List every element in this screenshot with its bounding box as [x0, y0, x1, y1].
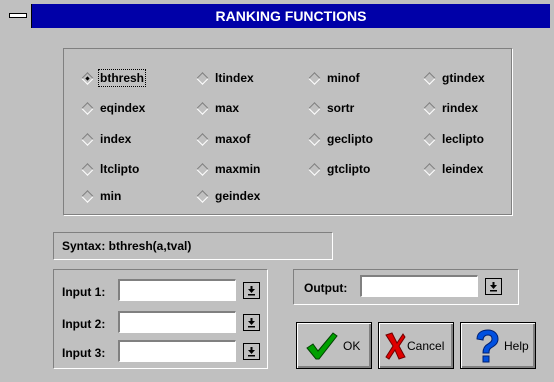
radio-diamond-icon	[81, 189, 94, 203]
radio-label: max	[215, 101, 240, 115]
radio-sortr[interactable]: sortr	[307, 99, 354, 117]
radio-diamond-icon	[81, 162, 94, 176]
ok-button[interactable]: OK	[296, 322, 372, 369]
radio-diamond-icon	[81, 132, 94, 146]
down-arrow-bar-icon	[490, 281, 497, 291]
radio-diamond-icon	[423, 132, 436, 146]
radio-label: sortr	[327, 101, 355, 115]
radio-label: maxof	[215, 132, 251, 146]
radio-label: bthresh	[97, 69, 147, 87]
window-title: RANKING FUNCTIONS	[215, 8, 367, 24]
check-icon	[306, 331, 338, 359]
syntax-text: Syntax: bthresh(a,tval)	[62, 239, 192, 253]
radio-diamond-icon	[423, 162, 436, 176]
down-arrow-bar-icon	[248, 346, 255, 356]
system-menu-button[interactable]	[4, 4, 32, 28]
radio-diamond-icon	[308, 101, 321, 115]
input-2-dropdown-button[interactable]	[243, 314, 260, 331]
radio-diamond-icon	[308, 132, 321, 146]
radio-label: leindex	[442, 162, 484, 176]
radio-diamond-icon	[423, 71, 436, 85]
radio-label: ltindex	[215, 71, 254, 85]
radio-geindex[interactable]: geindex	[195, 187, 260, 205]
ranking-functions-dialog: RANKING FUNCTIONS bthresh ltindex minof gti…	[0, 0, 554, 382]
help-label: Help	[504, 338, 529, 353]
x-icon	[385, 331, 406, 360]
radio-diamond-icon	[423, 101, 436, 115]
ok-label: OK	[343, 338, 361, 353]
radio-ltindex[interactable]: ltindex	[195, 69, 254, 87]
input-3-label: Input 3:	[62, 346, 106, 360]
radio-bthresh[interactable]: bthresh	[80, 69, 147, 87]
radio-label: maxmin	[215, 162, 261, 176]
radio-diamond-icon	[81, 71, 94, 85]
radio-label: minof	[327, 71, 360, 85]
input-2-field[interactable]	[118, 311, 236, 333]
radio-geclipto[interactable]: geclipto	[307, 130, 373, 148]
radio-label: eqindex	[100, 101, 146, 115]
radio-index[interactable]: index	[80, 130, 131, 148]
radio-label: geclipto	[327, 132, 374, 146]
radio-max[interactable]: max	[195, 99, 239, 117]
input-1-label: Input 1:	[62, 285, 106, 299]
output-label: Output:	[304, 281, 348, 295]
input-3-dropdown-button[interactable]	[243, 343, 260, 360]
radio-label: index	[100, 132, 132, 146]
radio-label: leclipto	[442, 132, 485, 146]
radio-label: gtindex	[442, 71, 485, 85]
radio-leclipto[interactable]: leclipto	[422, 130, 484, 148]
radio-diamond-icon	[196, 162, 209, 176]
radio-rindex[interactable]: rindex	[422, 99, 478, 117]
radio-diamond-icon	[196, 71, 209, 85]
minus-bar-icon	[9, 13, 27, 18]
title-bar: RANKING FUNCTIONS	[4, 4, 550, 28]
radio-label: min	[100, 189, 122, 203]
radio-diamond-icon	[196, 132, 209, 146]
radio-min[interactable]: min	[80, 187, 121, 205]
down-arrow-bar-icon	[248, 317, 255, 327]
input-1-dropdown-button[interactable]	[243, 282, 260, 299]
radio-diamond-icon	[308, 162, 321, 176]
radio-diamond-icon	[196, 101, 209, 115]
radio-eqindex[interactable]: eqindex	[80, 99, 145, 117]
input-2-label: Input 2:	[62, 317, 106, 331]
radio-leindex[interactable]: leindex	[422, 160, 483, 178]
radio-label: gtclipto	[327, 162, 371, 176]
input-3-field[interactable]	[118, 340, 236, 362]
output-dropdown-button[interactable]	[485, 278, 502, 295]
output-field[interactable]	[360, 275, 478, 297]
radio-label: geindex	[215, 189, 261, 203]
syntax-box: Syntax: bthresh(a,tval)	[53, 232, 333, 260]
radio-diamond-icon	[81, 101, 94, 115]
question-icon	[476, 328, 499, 362]
radio-maxof[interactable]: maxof	[195, 130, 250, 148]
radio-minof[interactable]: minof	[307, 69, 360, 87]
help-button[interactable]: Help	[460, 322, 536, 369]
down-arrow-bar-icon	[248, 285, 255, 295]
radio-maxmin[interactable]: maxmin	[195, 160, 260, 178]
cancel-button[interactable]: Cancel	[378, 322, 454, 369]
radio-label: ltclipto	[100, 162, 140, 176]
radio-diamond-icon	[196, 189, 209, 203]
radio-ltclipto[interactable]: ltclipto	[80, 160, 139, 178]
radio-diamond-icon	[308, 71, 321, 85]
input-1-field[interactable]	[118, 279, 236, 301]
radio-gtclipto[interactable]: gtclipto	[307, 160, 370, 178]
cancel-label: Cancel	[407, 338, 445, 353]
radio-gtindex[interactable]: gtindex	[422, 69, 485, 87]
radio-label: rindex	[442, 101, 479, 115]
